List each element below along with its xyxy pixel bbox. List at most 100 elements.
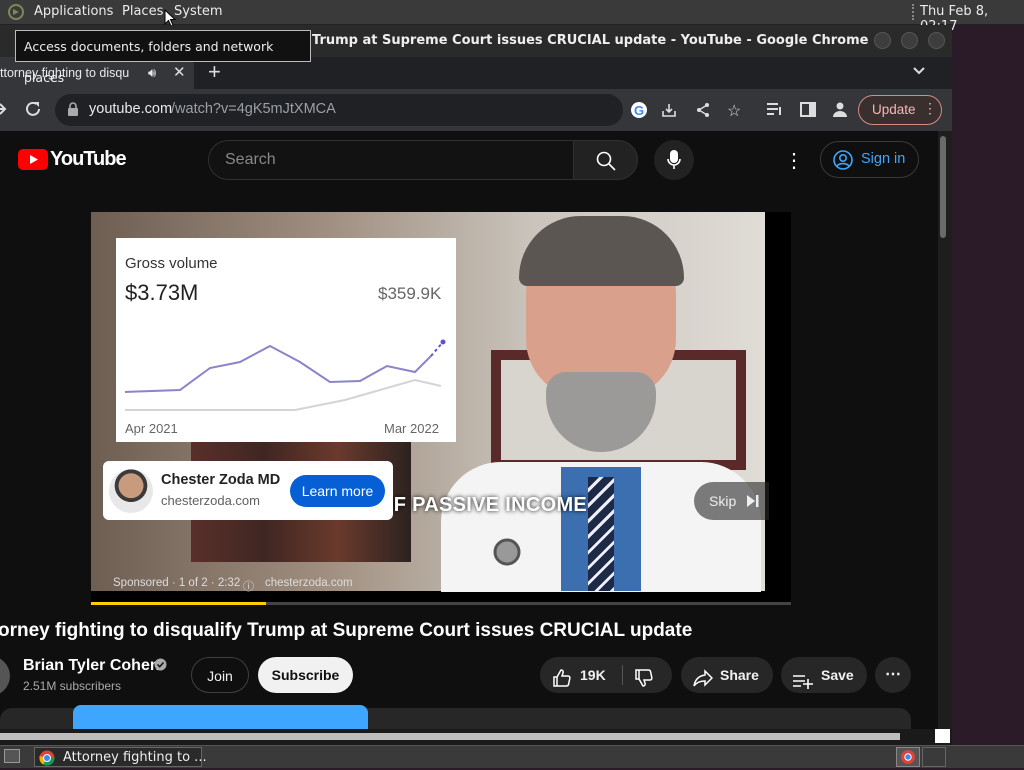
- skip-next-icon: [746, 494, 760, 513]
- workspace-2[interactable]: [922, 747, 946, 767]
- lock-icon[interactable]: [67, 102, 79, 121]
- subscribe-button[interactable]: Subscribe: [258, 657, 353, 693]
- window-title: Trump at Supreme Court issues CRUCIAL up…: [312, 33, 869, 48]
- bookmark-star-icon[interactable]: ☆: [727, 101, 741, 121]
- like-divider: [622, 665, 623, 685]
- search-button[interactable]: [573, 140, 638, 180]
- youtube-page: YouTube Search ⋮ Sign in Gross volume $3…: [0, 131, 938, 745]
- workspace-switcher[interactable]: [896, 747, 920, 767]
- sign-in-label: Sign in: [861, 151, 906, 167]
- doctor-tie: [588, 477, 614, 591]
- places-tooltip: Access documents, folders and network pl…: [15, 30, 311, 85]
- microphone-icon: [667, 150, 681, 175]
- close-tab-icon[interactable]: ✕: [173, 63, 186, 81]
- applications-menu[interactable]: Applications: [34, 4, 113, 19]
- ad-progress-fill: [91, 602, 266, 605]
- join-button[interactable]: Join: [191, 657, 249, 693]
- install-app-icon[interactable]: [661, 102, 677, 122]
- youtube-logo[interactable]: [18, 149, 48, 175]
- info-icon[interactable]: ⓘ: [243, 578, 254, 594]
- channel-name[interactable]: Brian Tyler Cohen: [23, 657, 160, 675]
- reload-icon[interactable]: [24, 100, 42, 123]
- tab-title: ttorney fighting to disqu: [0, 66, 130, 80]
- channel-avatar[interactable]: [0, 656, 10, 696]
- share-page-icon[interactable]: [695, 102, 711, 122]
- card-sparkline: [125, 339, 446, 411]
- media-queue-icon[interactable]: [766, 101, 784, 122]
- top-panel: Applications Places System Thu Feb 8, 02…: [0, 0, 1024, 34]
- dislike-icon[interactable]: [634, 665, 654, 701]
- audio-playing-icon[interactable]: 🔊︎: [148, 65, 156, 81]
- workspace-chrome-icon: [900, 749, 916, 769]
- advertiser-domain: chesterzoda.com: [161, 493, 260, 508]
- card-title: Gross volume: [125, 255, 218, 272]
- google-lens-icon[interactable]: G: [631, 102, 647, 118]
- distro-logo-icon[interactable]: [6, 3, 26, 21]
- doctor-hair: [519, 216, 684, 286]
- panel-separator: [912, 4, 914, 20]
- minimize-button[interactable]: [874, 32, 891, 49]
- like-icon[interactable]: [552, 665, 572, 701]
- card-value: $3.73M: [125, 280, 199, 305]
- youtube-logo-text: YouTube: [50, 148, 127, 170]
- ad-progress-track[interactable]: [91, 602, 791, 605]
- search-icon: [596, 151, 616, 176]
- close-window-button[interactable]: [928, 32, 945, 49]
- sponsored-domain[interactable]: chesterzoda.com: [265, 577, 353, 589]
- more-actions-button[interactable]: ⋯: [875, 657, 911, 693]
- voice-search-button[interactable]: [654, 140, 694, 180]
- stethoscope-icon: [491, 537, 531, 572]
- system-menu[interactable]: System: [174, 4, 222, 19]
- bottom-panel: Attorney fighting to ...: [0, 745, 1024, 768]
- ad-video-frame: Gross volume $3.73M $359.9K Apr 2021 Mar…: [91, 212, 769, 594]
- learn-more-button[interactable]: Learn more: [290, 475, 385, 507]
- maximize-button[interactable]: [901, 32, 918, 49]
- save-button[interactable]: Save: [781, 657, 867, 693]
- verified-badge-icon: [154, 658, 167, 676]
- like-dislike-group: 19K: [540, 657, 672, 693]
- sign-in-button[interactable]: Sign in: [820, 141, 919, 178]
- url-path: /watch?v=4gK5mJtXMCA: [171, 101, 336, 117]
- search-placeholder: Search: [225, 151, 276, 168]
- taskbar-window-button[interactable]: Attorney fighting to ...: [34, 747, 207, 770]
- update-button[interactable]: Update ⋮: [858, 95, 942, 125]
- tab-search-chevron-icon[interactable]: [912, 64, 926, 83]
- advertiser-card[interactable]: Chester Zoda MD chesterzoda.com Learn mo…: [103, 461, 393, 520]
- settings-menu-icon[interactable]: ⋮: [784, 148, 804, 173]
- profile-icon[interactable]: [832, 101, 848, 122]
- more-menu-icon[interactable]: ⋮: [923, 100, 937, 117]
- skip-ad-button[interactable]: Skip: [694, 482, 769, 520]
- subscriber-count: 2.51M subscribers: [23, 679, 122, 693]
- skip-label: Skip: [709, 493, 737, 509]
- share-button[interactable]: Share: [681, 657, 773, 693]
- advertiser-avatar: [109, 469, 153, 513]
- share-label: Share: [720, 667, 759, 683]
- show-desktop-icon[interactable]: [4, 749, 20, 763]
- update-label: Update: [872, 102, 916, 117]
- playlist-add-icon: [792, 667, 814, 703]
- scroll-corner: [935, 729, 950, 743]
- chrome-icon: [39, 750, 55, 770]
- share-icon: [693, 665, 714, 701]
- url-host: youtube.com: [89, 101, 173, 117]
- horizontal-scroll-thumb[interactable]: [0, 733, 900, 740]
- new-tab-button[interactable]: +: [208, 59, 221, 85]
- horizontal-scrollbar[interactable]: [0, 729, 952, 745]
- search-input[interactable]: Search: [208, 140, 574, 180]
- places-menu[interactable]: Places: [122, 4, 163, 19]
- address-bar[interactable]: youtube.com /watch?v=4gK5mJtXMCA G ☆: [55, 94, 741, 126]
- vertical-scrollbar[interactable]: [938, 131, 952, 745]
- account-icon: [833, 150, 853, 175]
- taskbar-window-label: Attorney fighting to ...: [63, 750, 207, 765]
- side-panel-icon[interactable]: [800, 102, 816, 122]
- video-title: orney fighting to disqualify Trump at Su…: [0, 620, 693, 641]
- vertical-scroll-thumb[interactable]: [940, 136, 946, 238]
- card-x-end: Mar 2022: [384, 421, 439, 436]
- save-label: Save: [821, 667, 854, 683]
- video-player[interactable]: Gross volume $3.73M $359.9K Apr 2021 Mar…: [91, 212, 791, 605]
- card-value-right: $359.9K: [378, 284, 442, 303]
- advertiser-name: Chester Zoda MD: [161, 472, 281, 488]
- browser-toolbar: youtube.com /watch?v=4gK5mJtXMCA G ☆ Upd…: [0, 89, 952, 131]
- forward-icon[interactable]: [0, 101, 8, 122]
- like-count[interactable]: 19K: [580, 657, 606, 693]
